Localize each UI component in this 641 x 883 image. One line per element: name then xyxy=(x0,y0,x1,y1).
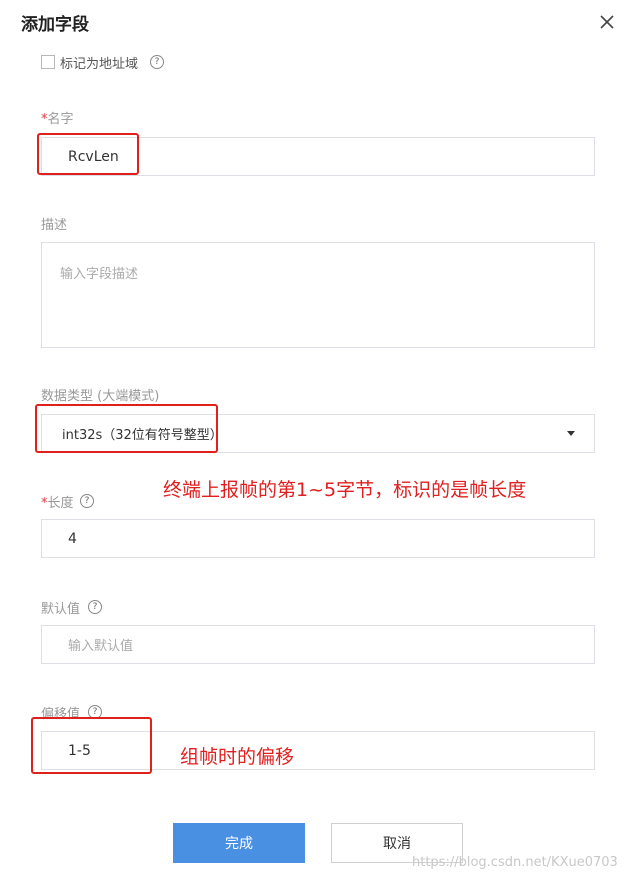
default-value-input[interactable]: 输入默认值 xyxy=(41,625,595,664)
data-type-label: 数据类型 (大端模式) xyxy=(41,389,160,404)
highlight-box-data-type xyxy=(35,404,218,453)
watermark: https://blog.csdn.net/KXue0703 xyxy=(412,855,618,870)
default-value-placeholder: 输入默认值 xyxy=(68,639,134,654)
confirm-button[interactable]: 完成 xyxy=(173,823,305,863)
highlight-box-offset xyxy=(31,717,152,774)
dialog-title: 添加字段 xyxy=(21,15,89,35)
question-circle-icon[interactable]: ? xyxy=(80,494,94,508)
length-label: *长度 xyxy=(41,492,74,511)
question-circle-icon[interactable]: ? xyxy=(150,55,164,69)
annotation-offset-note: 组帧时的偏移 xyxy=(180,746,295,768)
description-label: 描述 xyxy=(41,218,68,233)
annotation-length-note: 终端上报帧的第1~5字节，标识的是帧长度 xyxy=(163,479,527,501)
address-field-label: 标记为地址域 xyxy=(60,57,139,72)
name-label: *名字 xyxy=(41,108,74,127)
name-label-text: 名字 xyxy=(47,112,74,127)
close-icon[interactable] xyxy=(598,13,616,31)
length-label-text: 长度 xyxy=(47,496,74,511)
length-input[interactable]: 4 xyxy=(41,519,595,558)
description-textarea[interactable]: 输入字段描述 xyxy=(41,242,595,348)
caret-down-icon[interactable] xyxy=(567,431,575,436)
default-value-label: 默认值 xyxy=(41,602,81,617)
question-circle-icon[interactable]: ? xyxy=(88,600,102,614)
highlight-box-name xyxy=(37,133,139,175)
address-field-checkbox[interactable] xyxy=(41,55,55,69)
description-placeholder: 输入字段描述 xyxy=(60,267,139,282)
length-input-value: 4 xyxy=(68,530,77,547)
